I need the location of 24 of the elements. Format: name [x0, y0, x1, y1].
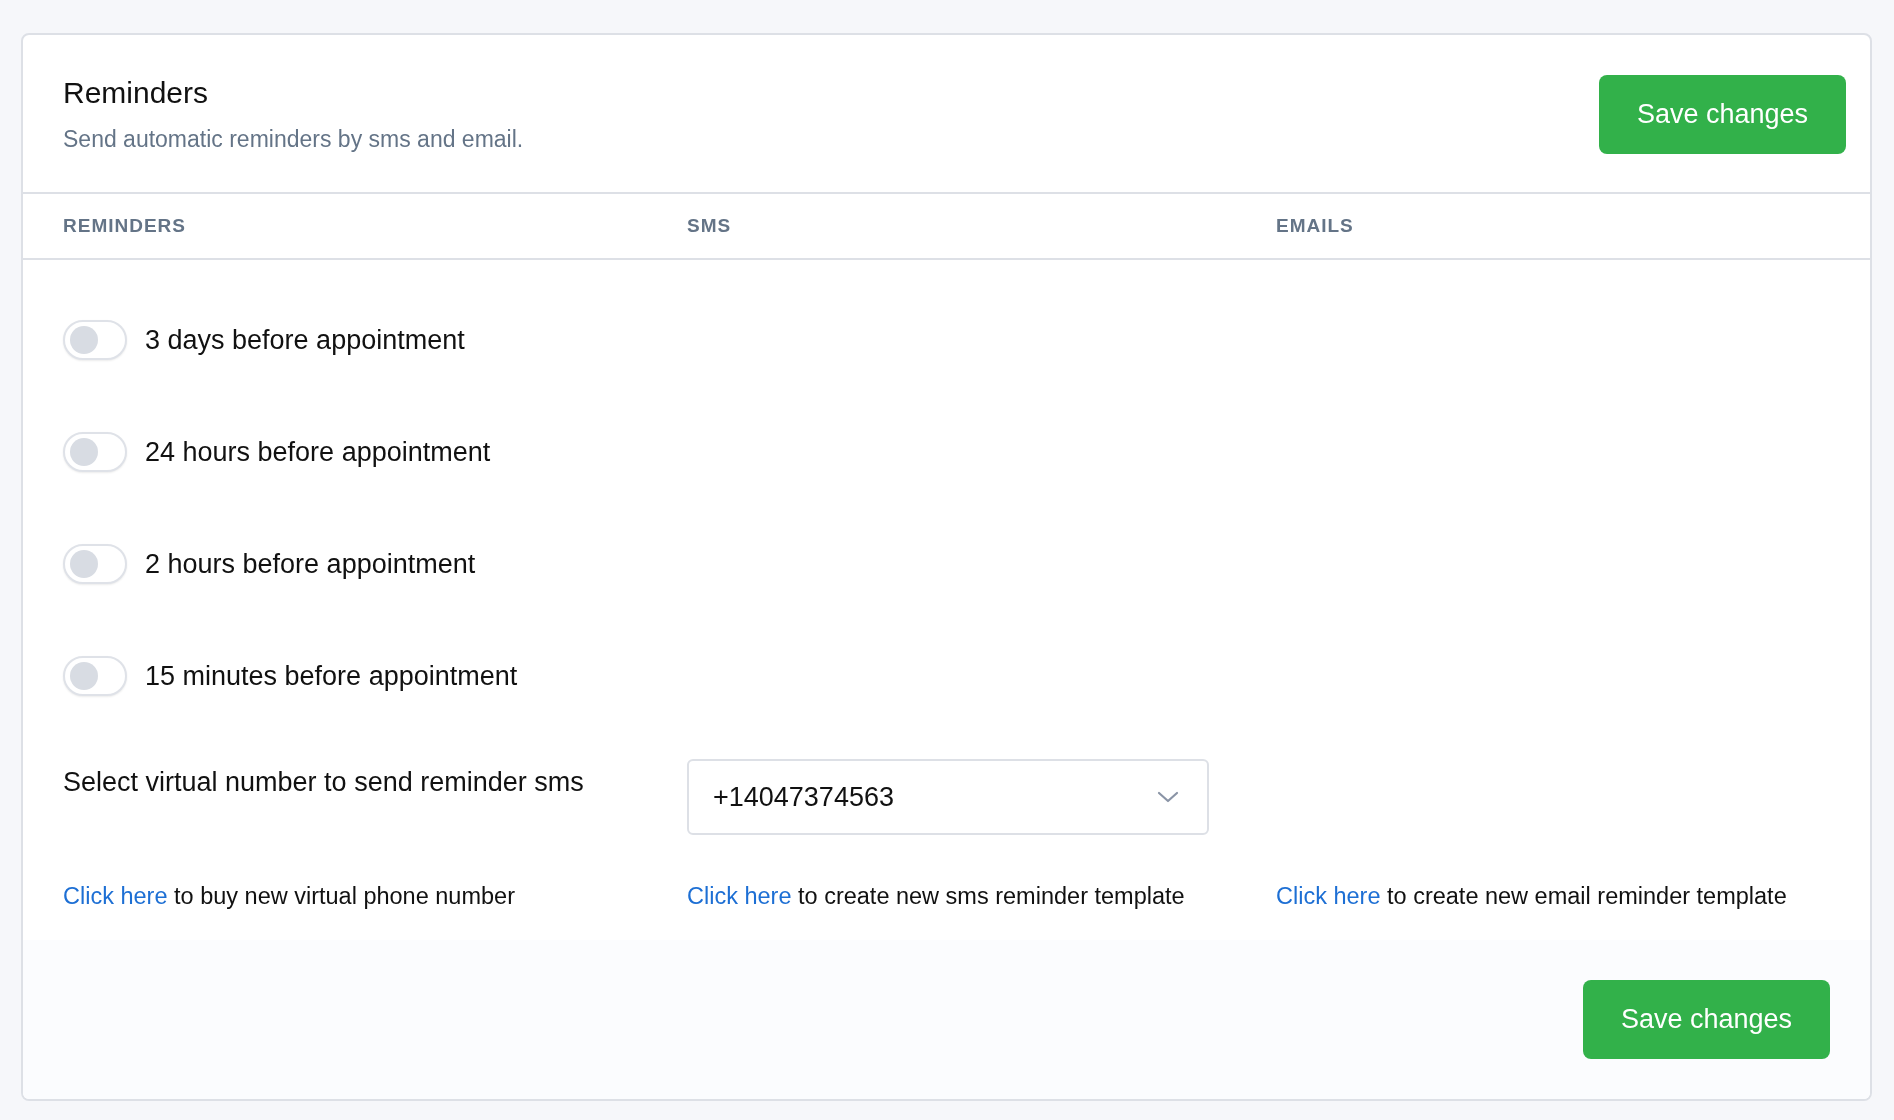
number-dropdown[interactable]: +14047374563 — [687, 759, 1209, 835]
help-text: Click here to create new email reminder template — [1276, 883, 1788, 910]
reminder-label: 24 hours before appointment — [145, 436, 491, 468]
click-here-link[interactable]: Click here — [1276, 883, 1381, 909]
reminder-label: 3 days before appointment — [145, 324, 465, 356]
column-header: EMAILS — [1276, 215, 1355, 237]
column-header: REMINDERS — [63, 215, 187, 237]
card-title: Reminders — [63, 76, 210, 110]
reminder-label: 2 hours before appointment — [145, 548, 476, 580]
click-here-link[interactable]: Click here — [63, 883, 168, 909]
save-button[interactable]: Save changes — [1598, 75, 1846, 154]
reminder-label: 15 minutes before appointment — [145, 660, 518, 692]
column-header: SMS — [687, 215, 733, 237]
field-label: Select virtual number to send reminder sms — [63, 766, 585, 798]
help-text: Click here to buy new virtual phone number — [63, 883, 516, 910]
toggle-switch[interactable] — [63, 656, 127, 696]
toggle-switch[interactable] — [63, 544, 127, 584]
chevron-down-icon — [1157, 790, 1179, 804]
help-text: Click here to create new sms reminder template — [687, 883, 1186, 910]
save-button[interactable]: Save changes — [1582, 980, 1830, 1059]
click-here-link[interactable]: Click here — [687, 883, 792, 909]
card-subtitle: Send automatic reminders by sms and email. — [63, 126, 524, 153]
toggle-switch[interactable] — [63, 432, 127, 472]
toggle-switch[interactable] — [63, 320, 127, 360]
